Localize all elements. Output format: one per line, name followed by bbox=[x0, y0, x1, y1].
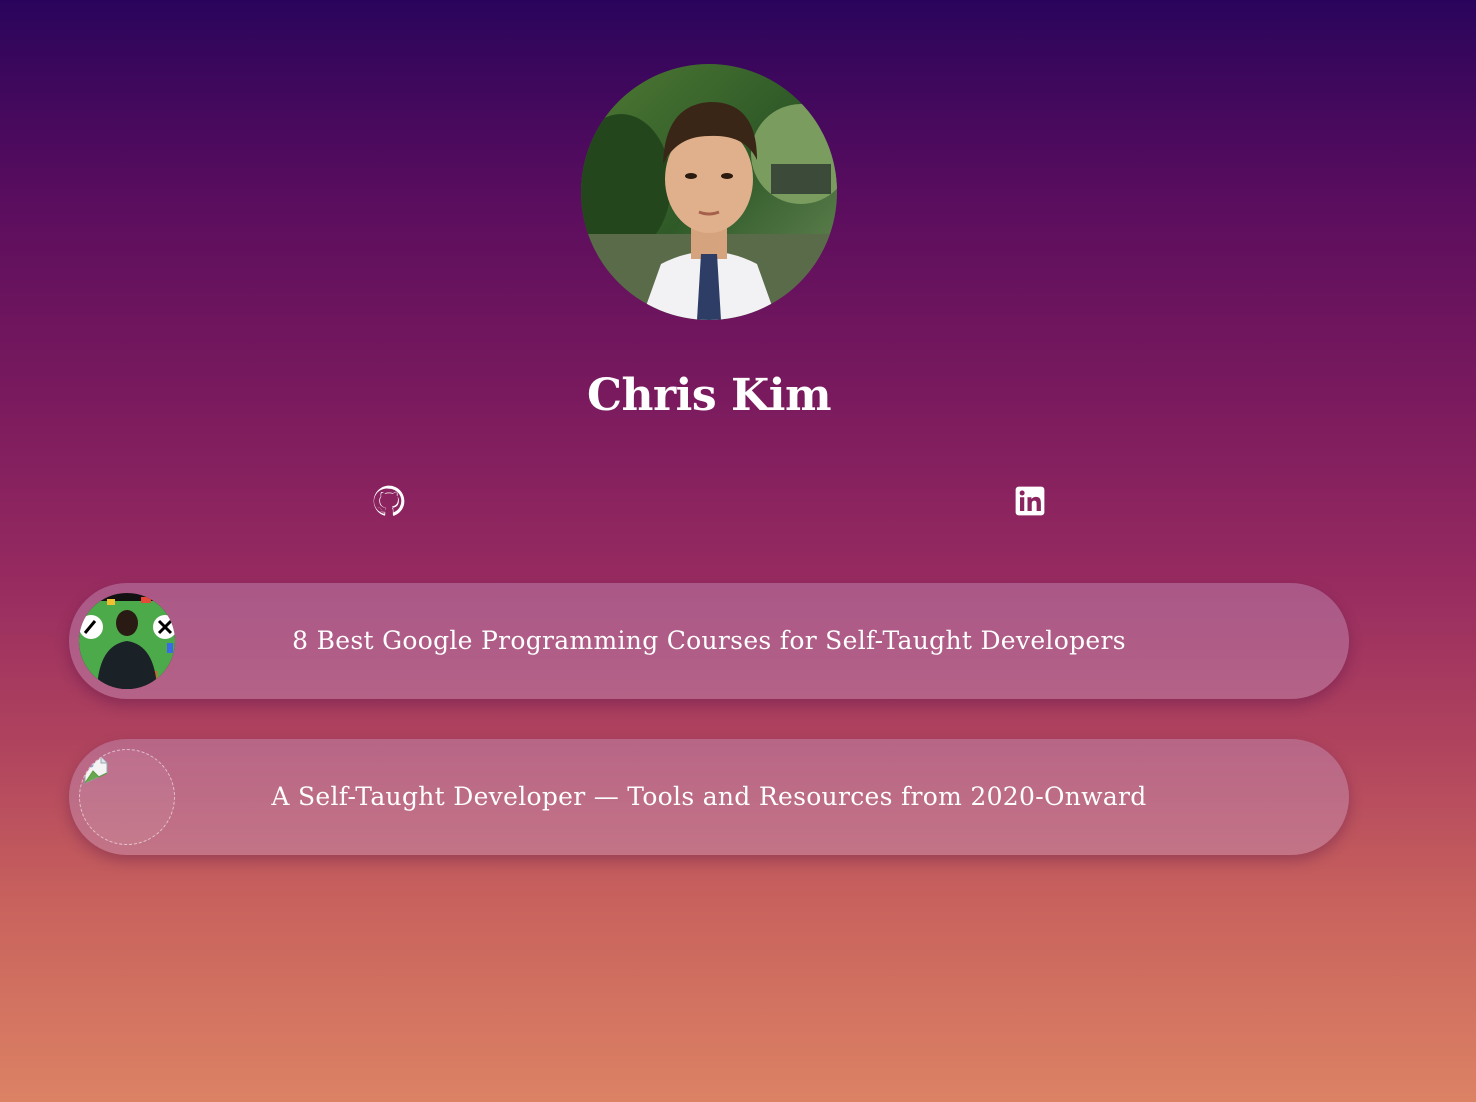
profile-avatar bbox=[581, 64, 837, 320]
link-title: A Self-Taught Developer — Tools and Reso… bbox=[271, 782, 1147, 811]
linkedin-icon bbox=[1015, 486, 1045, 516]
linkedin-link[interactable] bbox=[1013, 484, 1047, 518]
broken-image-glyph bbox=[84, 756, 108, 784]
link-title: 8 Best Google Programming Courses for Se… bbox=[292, 626, 1126, 655]
profile-photo bbox=[581, 64, 837, 320]
link-card-self-taught-tools[interactable]: A Self-Taught Developer — Tools and Reso… bbox=[69, 739, 1349, 855]
course-thumbnail-image bbox=[79, 593, 175, 689]
course-thumbnail bbox=[79, 593, 175, 689]
broken-image-icon bbox=[79, 749, 175, 845]
link-card-google-courses[interactable]: 8 Best Google Programming Courses for Se… bbox=[69, 583, 1349, 699]
profile-name: Chris Kim bbox=[586, 370, 832, 421]
github-link[interactable] bbox=[372, 484, 406, 518]
github-icon bbox=[373, 485, 405, 516]
